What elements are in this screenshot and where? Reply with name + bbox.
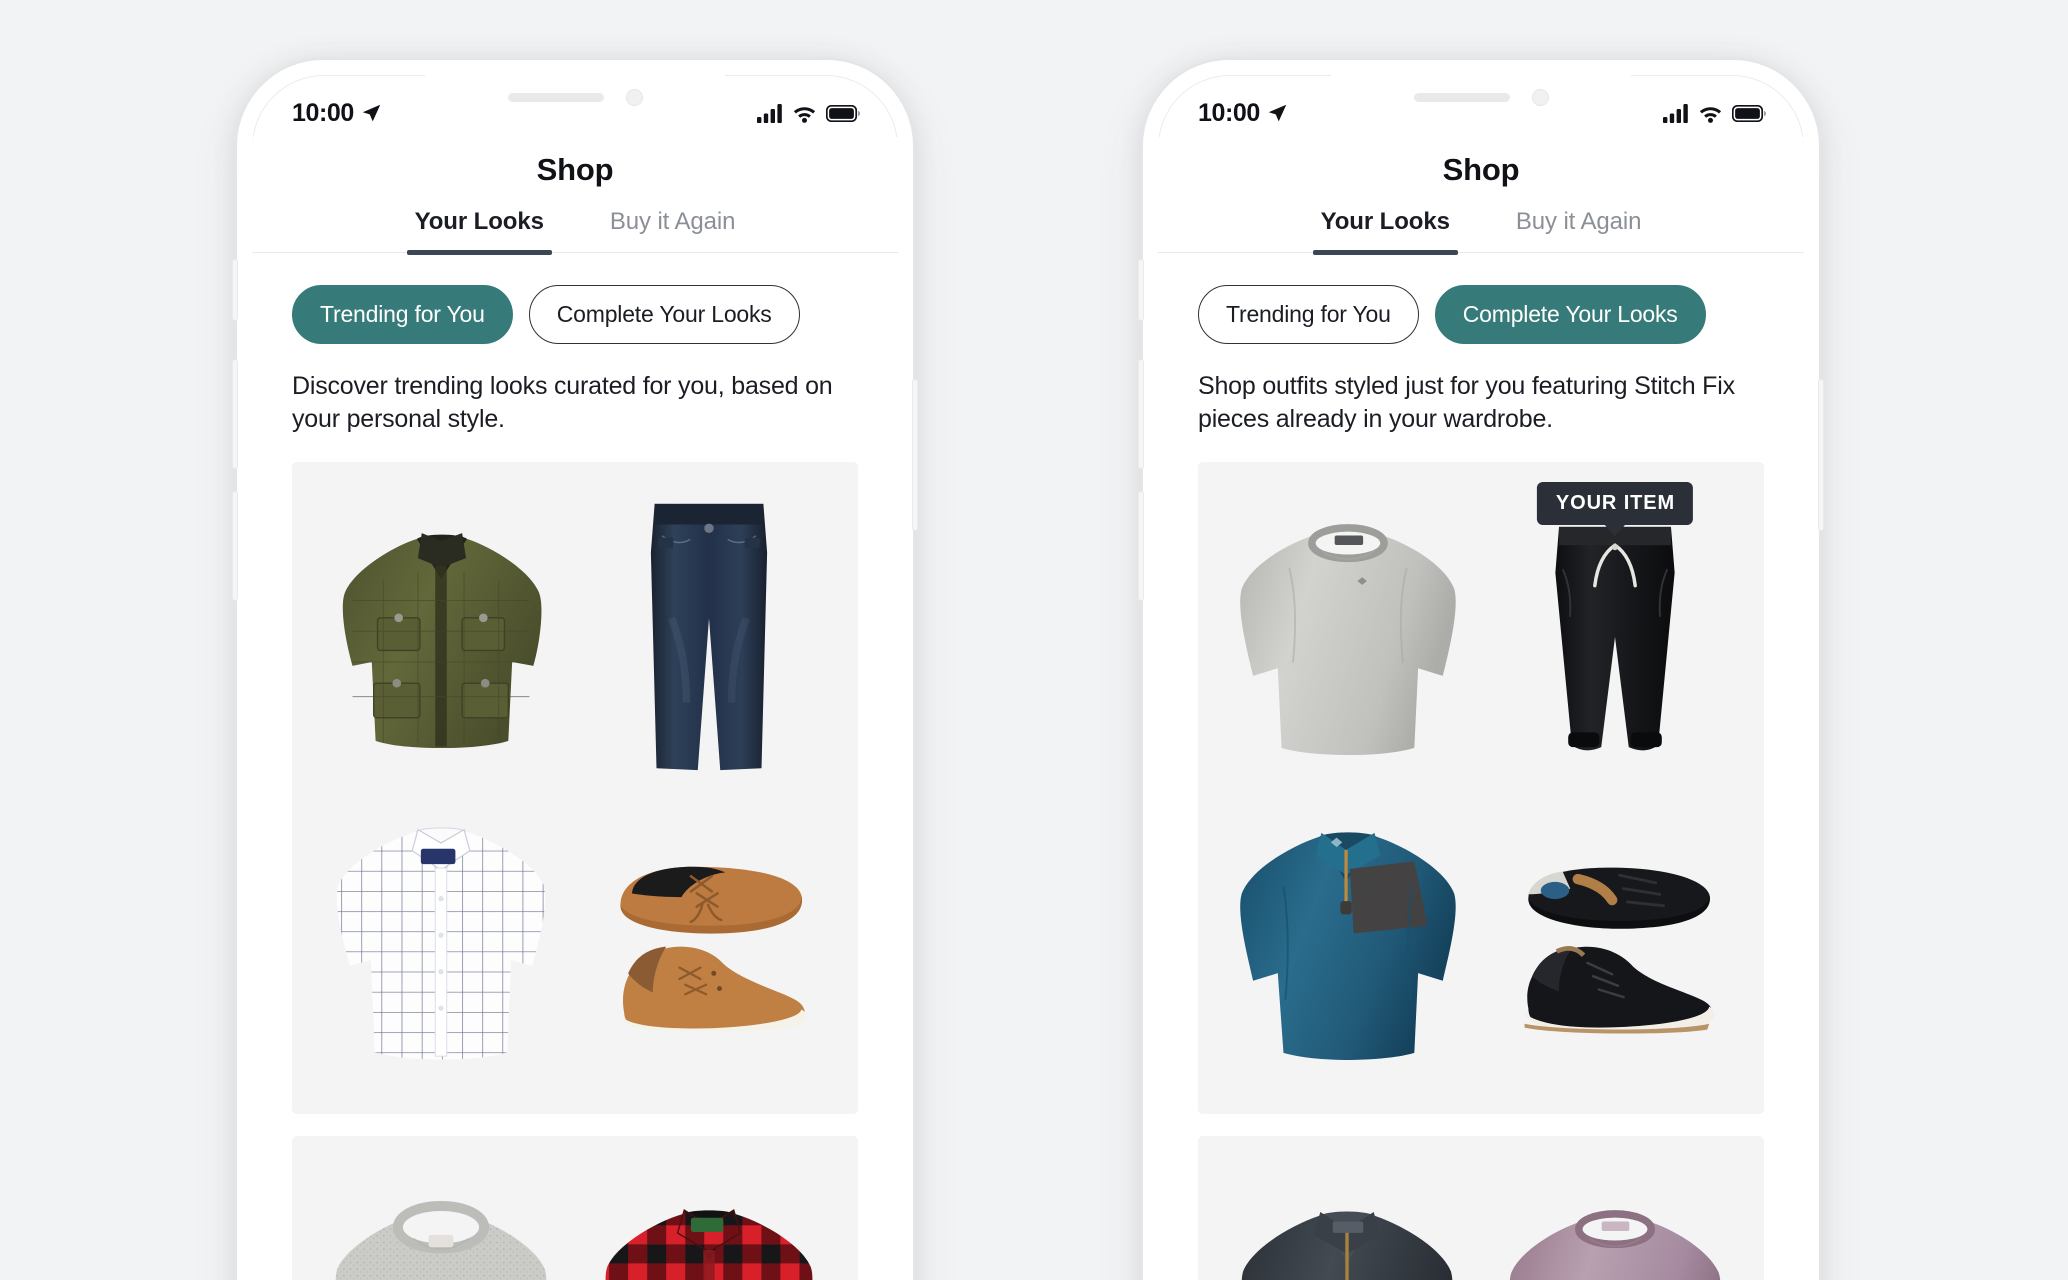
tab-buy-it-again[interactable]: Buy it Again: [602, 194, 744, 252]
page-title: Shop: [1442, 152, 1520, 187]
phone-mockup-trending: 10:00 Shop Your Looks Buy it Again Trend…: [233, 60, 917, 1280]
product-olive-quilted-field-jacket[interactable]: [314, 488, 568, 785]
look-card-list: [252, 436, 898, 1280]
phone-mockup-complete: 10:00 Shop Your Looks Buy it Again Trend…: [1139, 60, 1823, 1280]
status-bar-right: [1663, 103, 1766, 123]
product-red-black-buffalo-plaid-flannel[interactable]: [582, 1162, 836, 1280]
battery-full-icon: [1732, 104, 1766, 122]
front-camera-icon: [625, 88, 643, 106]
tab-your-looks[interactable]: Your Looks: [1312, 194, 1459, 255]
status-time: 10:00: [1198, 98, 1260, 127]
product-mauve-crewneck-tee[interactable]: [1488, 1162, 1742, 1280]
shop-app-content: Shop Your Looks Buy it Again Trending fo…: [252, 137, 898, 1280]
tab-your-looks[interactable]: Your Looks: [406, 194, 553, 255]
product-tan-suede-chukka-boots[interactable]: [582, 791, 836, 1088]
power-button[interactable]: [1819, 380, 1823, 530]
product-teal-quarter-zip-pullover[interactable]: [1220, 791, 1474, 1088]
your-item-badge: YOUR ITEM: [1536, 482, 1694, 525]
volume-up-button[interactable]: [1139, 360, 1143, 468]
product-gray-longsleeve-athletic-tee[interactable]: [1220, 488, 1474, 785]
location-arrow-icon: [1268, 104, 1287, 121]
product-black-jogger-pants[interactable]: YOUR ITEM: [1488, 482, 1742, 785]
status-bar-right: [757, 103, 860, 123]
product-dark-indigo-straight-jeans[interactable]: [582, 488, 836, 785]
look-card-grid: [314, 488, 836, 1088]
silent-switch-button[interactable]: [233, 260, 237, 320]
device-notch: [1331, 75, 1631, 119]
silent-switch-button[interactable]: [1139, 260, 1143, 320]
phone-screen: 10:00 Shop Your Looks Buy it Again Trend…: [1158, 75, 1804, 1280]
volume-down-button[interactable]: [1139, 492, 1143, 600]
filter-pill-group: Trending for You Complete Your Looks: [1158, 253, 1804, 344]
look-card[interactable]: [292, 462, 858, 1114]
status-time: 10:00: [292, 98, 354, 127]
page-title: Shop: [536, 152, 614, 187]
look-card-grid: YOUR ITEM: [1220, 482, 1742, 1088]
wifi-icon: [793, 106, 816, 123]
product-charcoal-quarter-zip-sweater[interactable]: [1220, 1162, 1474, 1280]
earpiece-speaker-icon: [1413, 92, 1510, 102]
volume-up-button[interactable]: [233, 360, 237, 468]
device-notch: [425, 75, 725, 119]
section-description: Shop outfits styled just for you featuri…: [1198, 372, 1735, 433]
look-card-grid: [1220, 1162, 1742, 1280]
product-white-navy-windowpane-shirt[interactable]: [314, 791, 568, 1088]
shop-app-content: Shop Your Looks Buy it Again Trending fo…: [1158, 137, 1804, 1280]
earpiece-speaker-icon: [507, 92, 604, 102]
cellular-signal-icon: [1663, 103, 1688, 123]
section-description: Discover trending looks curated for you,…: [292, 372, 833, 433]
pill-complete-your-looks[interactable]: Complete Your Looks: [528, 285, 800, 344]
pill-complete-your-looks[interactable]: Complete Your Looks: [1434, 285, 1706, 344]
battery-full-icon: [826, 104, 860, 122]
look-card[interactable]: [292, 1136, 858, 1280]
status-bar-left: 10:00: [292, 99, 382, 128]
look-card-list: YOUR ITEM: [1158, 436, 1804, 1280]
pill-trending-for-you[interactable]: Trending for You: [292, 285, 513, 344]
tab-bar: Your Looks Buy it Again: [1158, 194, 1804, 255]
product-black-knit-sneakers[interactable]: [1488, 791, 1742, 1088]
cellular-signal-icon: [757, 103, 782, 123]
look-card[interactable]: YOUR ITEM: [1198, 462, 1764, 1114]
power-button[interactable]: [913, 380, 917, 530]
tab-buy-it-again[interactable]: Buy it Again: [1508, 194, 1650, 252]
filter-pill-group: Trending for You Complete Your Looks: [252, 253, 898, 344]
pill-trending-for-you[interactable]: Trending for You: [1198, 285, 1419, 344]
wifi-icon: [1699, 106, 1722, 123]
volume-down-button[interactable]: [233, 492, 237, 600]
screenshot-stage: 10:00 Shop Your Looks Buy it Again Trend…: [0, 0, 2068, 1280]
product-gray-marled-crewneck-sweater[interactable]: [314, 1162, 568, 1280]
tab-bar: Your Looks Buy it Again: [252, 194, 898, 255]
phone-screen: 10:00 Shop Your Looks Buy it Again Trend…: [252, 75, 898, 1280]
look-card-grid: [314, 1162, 836, 1280]
location-arrow-icon: [362, 104, 381, 121]
status-bar-left: 10:00: [1198, 99, 1288, 128]
look-card[interactable]: [1198, 1136, 1764, 1280]
front-camera-icon: [1531, 88, 1549, 106]
